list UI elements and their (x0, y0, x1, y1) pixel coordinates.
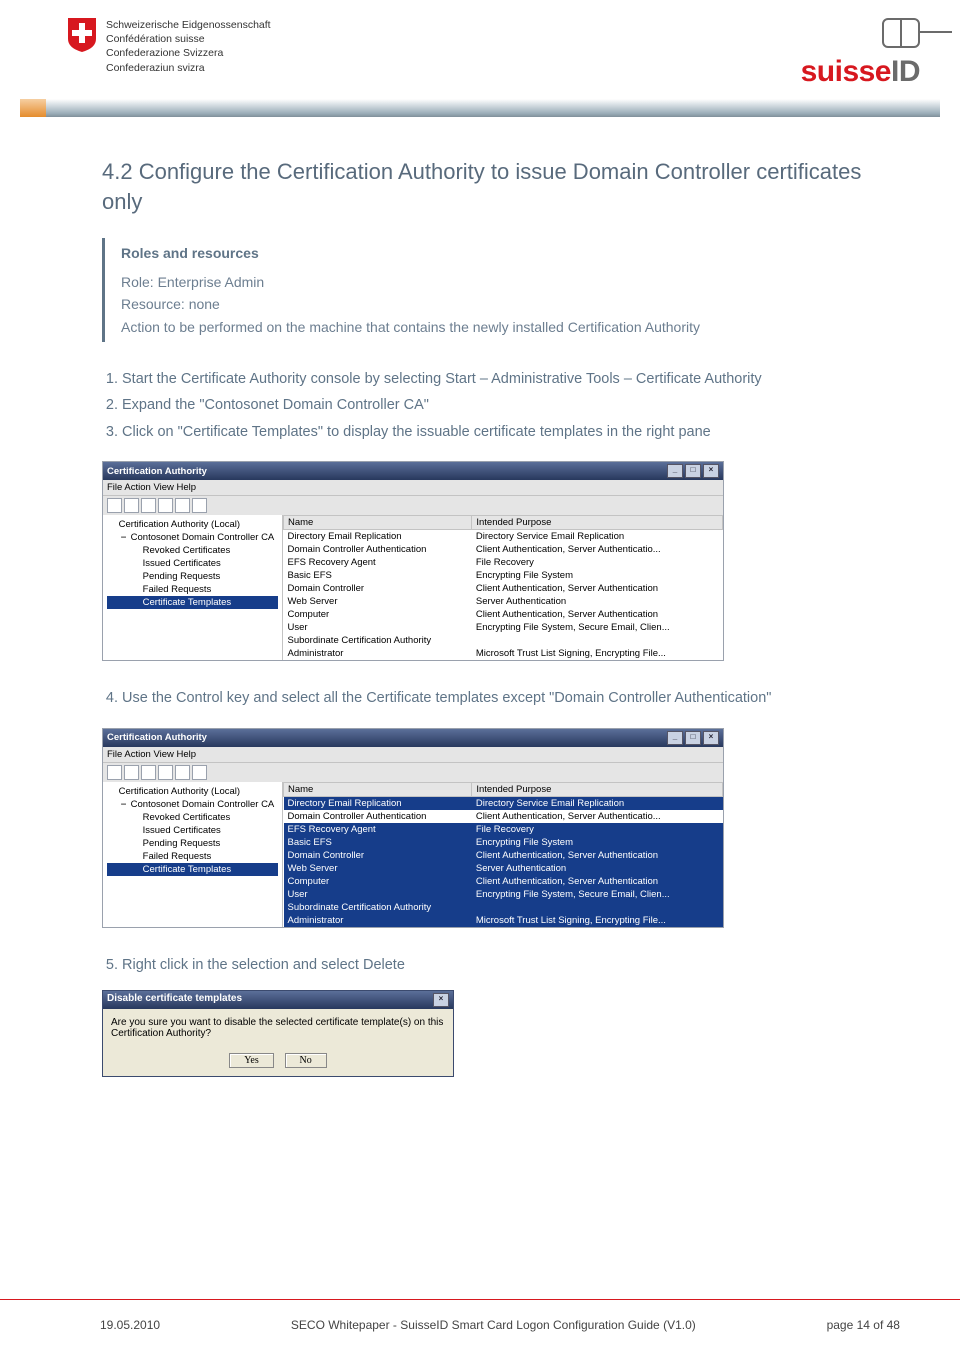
column-header[interactable]: Name (284, 516, 472, 530)
dialog-title: Disable certificate templates (107, 993, 242, 1007)
table-row[interactable]: EFS Recovery AgentFile Recovery (284, 556, 723, 569)
table-row[interactable]: EFS Recovery AgentFile Recovery (284, 823, 723, 836)
header: Schweizerische EidgenossenschaftConfédér… (0, 0, 960, 95)
maximize-icon[interactable]: □ (685, 464, 701, 478)
table-row[interactable]: Domain Controller AuthenticationClient A… (284, 810, 723, 823)
table-row[interactable]: Basic EFSEncrypting File System (284, 569, 723, 582)
minimize-icon[interactable]: _ (667, 731, 683, 745)
table-row[interactable]: Domain ControllerClient Authentication, … (284, 582, 723, 595)
tree-node[interactable]: Issued Certificates (107, 824, 278, 837)
table-row[interactable]: Directory Email ReplicationDirectory Ser… (284, 796, 723, 810)
menubar[interactable]: File Action View Help (103, 480, 723, 495)
table-row[interactable]: AdministratorMicrosoft Trust List Signin… (284, 647, 723, 660)
footer-page: page 14 of 48 (827, 1318, 900, 1332)
tree-node[interactable]: Certification Authority (Local) (107, 785, 278, 798)
page: Schweizerische EidgenossenschaftConfédér… (0, 0, 960, 1360)
logo-gray-part: ID (891, 55, 920, 88)
tree-node[interactable]: Failed Requests (107, 850, 278, 863)
table-row[interactable]: UserEncrypting File System, Secure Email… (284, 888, 723, 901)
yes-button[interactable]: Yes (229, 1053, 274, 1068)
column-header[interactable]: Intended Purpose (472, 516, 723, 530)
table-row[interactable]: Web ServerServer Authentication (284, 862, 723, 875)
table-row[interactable]: ComputerClient Authentication, Server Au… (284, 608, 723, 621)
callout-title: Roles and resources (121, 242, 876, 264)
chip-icon (882, 18, 920, 48)
step-item: Expand the "Contosonet Domain Controller… (122, 394, 876, 416)
console-tree[interactable]: Certification Authority (Local)− Contoso… (103, 515, 283, 660)
close-icon[interactable]: × (703, 464, 719, 478)
step-item: Click on "Certificate Templates" to disp… (122, 421, 876, 443)
table-row[interactable]: Basic EFSEncrypting File System (284, 836, 723, 849)
window-title: Certification Authority (107, 732, 207, 743)
steps-list: Start the Certificate Authority console … (102, 368, 876, 443)
swiss-confederation-block: Schweizerische EidgenossenschaftConfédér… (68, 18, 271, 75)
tree-node[interactable]: Pending Requests (107, 837, 278, 850)
toolbar[interactable] (103, 762, 723, 782)
roles-callout: Roles and resources Role: Enterprise Adm… (102, 238, 876, 342)
suisseid-logo: suisseID (801, 18, 920, 89)
table-row[interactable]: Web ServerServer Authentication (284, 595, 723, 608)
content: 4.2 Configure the Certification Authorit… (0, 117, 960, 1077)
tree-node[interactable]: Failed Requests (107, 583, 278, 596)
column-header[interactable]: Intended Purpose (472, 782, 723, 796)
tree-node[interactable]: − Contosonet Domain Controller CA (107, 531, 278, 544)
table-row[interactable]: Subordinate Certification Authority (284, 634, 723, 647)
tree-node[interactable]: Pending Requests (107, 570, 278, 583)
template-list[interactable]: NameIntended PurposeDirectory Email Repl… (283, 782, 723, 927)
step-item: Use the Control key and select all the C… (122, 687, 876, 709)
header-bar (20, 99, 940, 117)
step-item: Right click in the selection and select … (122, 954, 876, 976)
maximize-icon[interactable]: □ (685, 731, 701, 745)
toolbar[interactable] (103, 495, 723, 515)
table-row[interactable]: Domain Controller AuthenticationClient A… (284, 543, 723, 556)
table-row[interactable]: UserEncrypting File System, Secure Email… (284, 621, 723, 634)
close-icon[interactable]: × (433, 993, 449, 1007)
tree-node[interactable]: − Contosonet Domain Controller CA (107, 798, 278, 811)
section-heading: 4.2 Configure the Certification Authorit… (102, 157, 876, 216)
dialog-message: Are you sure you want to disable the sel… (103, 1009, 453, 1047)
table-row[interactable]: AdministratorMicrosoft Trust List Signin… (284, 914, 723, 927)
tree-node[interactable]: Certificate Templates (107, 596, 278, 609)
tree-node[interactable]: Certificate Templates (107, 863, 278, 876)
step-item: Start the Certificate Authority console … (122, 368, 876, 390)
no-button[interactable]: No (285, 1053, 327, 1068)
window-title: Certification Authority (107, 466, 207, 477)
swiss-shield-icon (68, 18, 96, 52)
table-row[interactable]: Domain ControllerClient Authentication, … (284, 849, 723, 862)
table-row[interactable]: Subordinate Certification Authority (284, 901, 723, 914)
table-row[interactable]: Directory Email ReplicationDirectory Ser… (284, 530, 723, 544)
footer-date: 19.05.2010 (100, 1318, 160, 1332)
confederation-names: Schweizerische EidgenossenschaftConfédér… (106, 18, 271, 75)
console-tree[interactable]: Certification Authority (Local)− Contoso… (103, 782, 283, 927)
steps-list-4: Use the Control key and select all the C… (102, 687, 876, 709)
cert-authority-window-1: Certification Authority _□× File Action … (102, 461, 724, 661)
tree-node[interactable]: Revoked Certificates (107, 544, 278, 557)
steps-list-5: Right click in the selection and select … (102, 954, 876, 976)
close-icon[interactable]: × (703, 731, 719, 745)
cert-authority-window-2: Certification Authority _□× File Action … (102, 728, 724, 928)
column-header[interactable]: Name (284, 782, 472, 796)
footer-title: SECO Whitepaper - SuisseID Smart Card Lo… (291, 1318, 696, 1332)
tree-node[interactable]: Issued Certificates (107, 557, 278, 570)
table-row[interactable]: ComputerClient Authentication, Server Au… (284, 875, 723, 888)
tree-node[interactable]: Certification Authority (Local) (107, 518, 278, 531)
logo-red-part: suisse (801, 55, 891, 88)
tree-node[interactable]: Revoked Certificates (107, 811, 278, 824)
menubar[interactable]: File Action View Help (103, 747, 723, 762)
disable-templates-dialog: Disable certificate templates × Are you s… (102, 990, 454, 1077)
callout-body: Role: Enterprise AdminResource: noneActi… (121, 271, 876, 338)
window-titlebar: Certification Authority _□× (103, 462, 723, 480)
footer: 19.05.2010 SECO Whitepaper - SuisseID Sm… (0, 1299, 960, 1360)
minimize-icon[interactable]: _ (667, 464, 683, 478)
template-list[interactable]: NameIntended PurposeDirectory Email Repl… (283, 515, 723, 660)
window-titlebar: Certification Authority _□× (103, 729, 723, 747)
